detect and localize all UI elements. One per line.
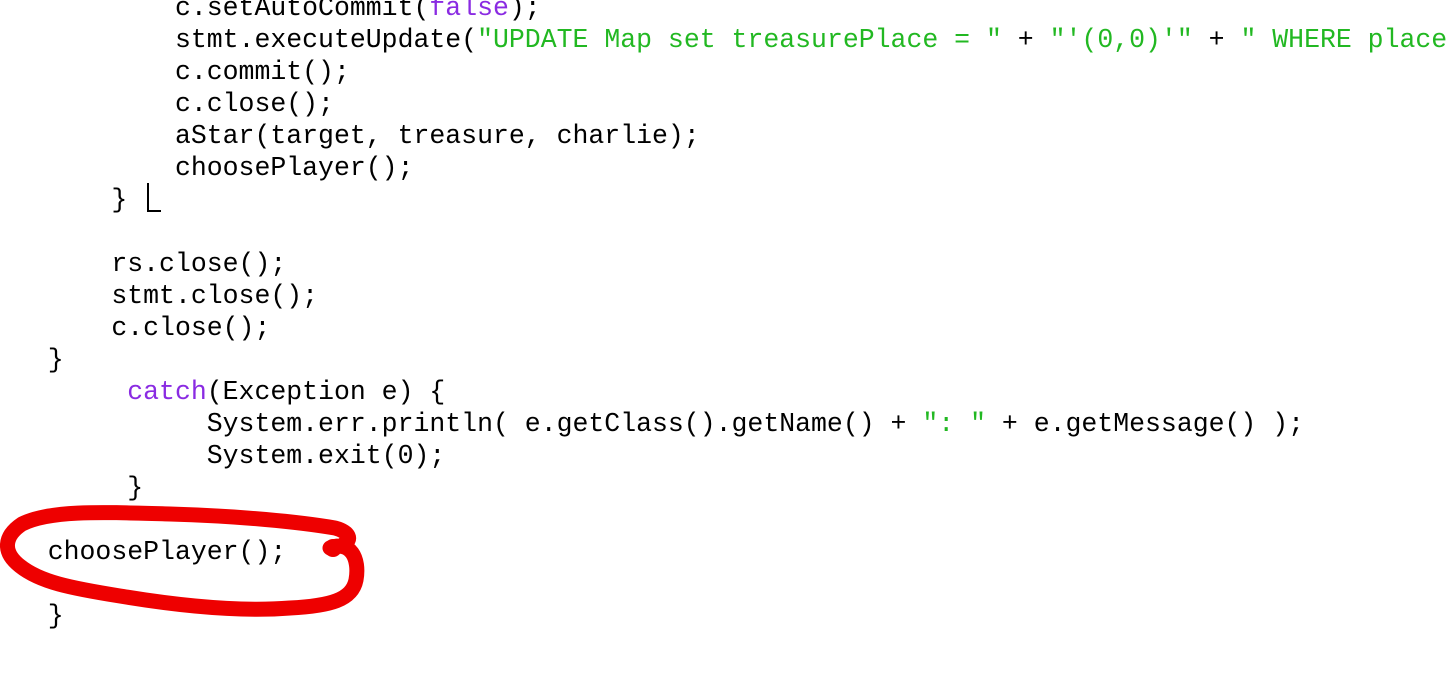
code-string-literal: " WHERE place bbox=[1240, 25, 1448, 55]
text-cursor bbox=[147, 183, 161, 212]
code-line[interactable]: c.close(); bbox=[0, 312, 270, 344]
code-line[interactable]: } bbox=[0, 472, 143, 504]
code-line[interactable]: rs.close(); bbox=[0, 248, 286, 280]
code-token: aStar(target, treasure, charlie); bbox=[174, 121, 700, 151]
code-line[interactable]: } bbox=[0, 184, 127, 216]
code-token: + bbox=[1001, 25, 1050, 55]
code-token: c.close(); bbox=[111, 313, 271, 343]
code-line[interactable]: c.commit(); bbox=[0, 56, 350, 88]
code-token: rs.close(); bbox=[111, 249, 287, 279]
code-token: + bbox=[1192, 25, 1241, 55]
code-line[interactable]: c.close(); bbox=[0, 88, 334, 120]
code-token: c.close(); bbox=[174, 89, 334, 119]
code-token: } bbox=[111, 185, 128, 215]
code-line[interactable]: catch(Exception e) { bbox=[0, 376, 445, 408]
code-token: choosePlayer(); bbox=[47, 537, 287, 567]
code-line[interactable]: aStar(target, treasure, charlie); bbox=[0, 120, 700, 152]
code-line[interactable]: } bbox=[0, 600, 64, 632]
code-line[interactable]: c.setAutoCommit(false); bbox=[0, 0, 541, 24]
code-line[interactable]: System.err.println( e.getClass().getName… bbox=[0, 408, 1304, 440]
code-line[interactable]: stmt.executeUpdate("UPDATE Map set treas… bbox=[0, 24, 1447, 56]
code-string-literal: "UPDATE Map set treasurePlace = " bbox=[477, 25, 1002, 55]
code-token: choosePlayer(); bbox=[174, 153, 414, 183]
code-line[interactable]: choosePlayer(); bbox=[0, 152, 414, 184]
code-token: ); bbox=[508, 0, 541, 23]
code-token: } bbox=[47, 345, 64, 375]
code-token: stmt.close(); bbox=[111, 281, 319, 311]
code-keyword: false bbox=[429, 0, 509, 23]
code-string-literal: "'(0,0)'" bbox=[1049, 25, 1193, 55]
code-line[interactable]: stmt.close(); bbox=[0, 280, 318, 312]
code-line[interactable]: } bbox=[0, 344, 64, 376]
code-string-literal: ": " bbox=[922, 409, 986, 439]
code-line[interactable]: choosePlayer(); bbox=[0, 536, 287, 568]
code-token: + e.getMessage() ); bbox=[985, 409, 1305, 439]
code-token: stmt.executeUpdate( bbox=[174, 25, 478, 55]
code-keyword: catch bbox=[127, 377, 207, 407]
code-token: System.exit(0); bbox=[206, 441, 446, 471]
code-editor[interactable]: c.setAutoCommit(false); stmt.executeUpda… bbox=[0, 0, 1456, 694]
code-token: c.setAutoCommit( bbox=[174, 0, 430, 23]
code-token: } bbox=[127, 473, 144, 503]
code-token: } bbox=[47, 601, 64, 631]
code-token: (Exception e) { bbox=[206, 377, 446, 407]
code-line[interactable]: System.exit(0); bbox=[0, 440, 446, 472]
code-token: c.commit(); bbox=[174, 57, 350, 87]
code-token: System.err.println( e.getClass().getName… bbox=[206, 409, 923, 439]
